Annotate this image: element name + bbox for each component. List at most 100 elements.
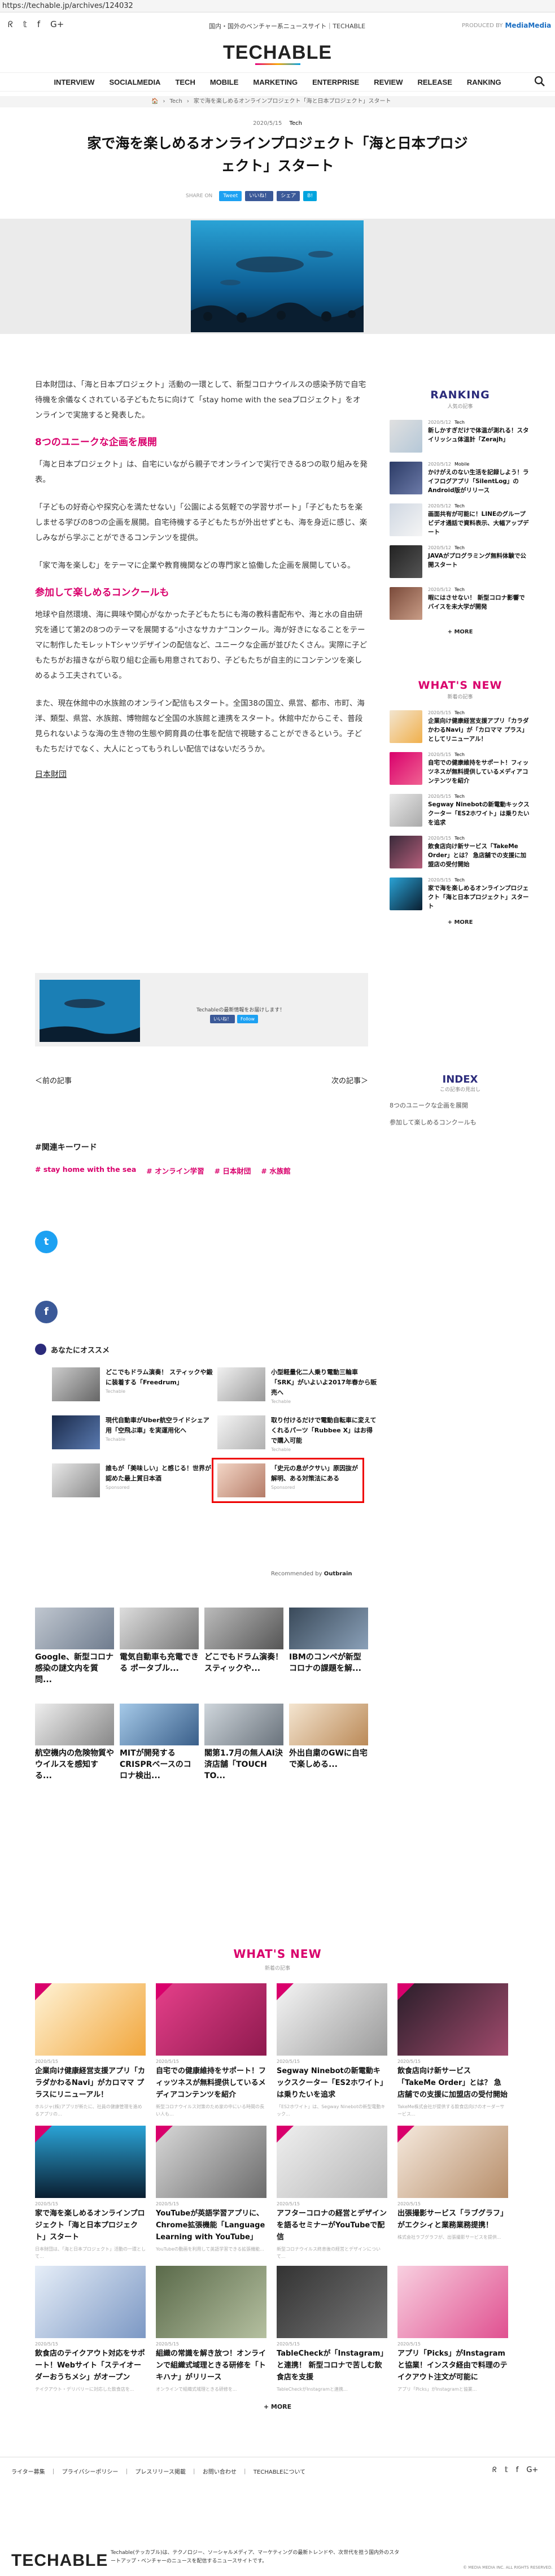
breadcrumb-category[interactable]: Tech (169, 96, 182, 107)
whatsnew-card[interactable]: 2020/5/15 アプリ「Picks」がInstagramと協業！インスタ経由で… (397, 2266, 508, 2393)
nav-socialmedia[interactable]: SOCIALMEDIA (102, 73, 168, 91)
new-badge (277, 2126, 294, 2143)
whatsnew-card[interactable]: 2020/5/15 出張撮影サービス「ラブグラフ」がエクシィと業務業務提携！ 株式会… (397, 2126, 508, 2241)
nav-tech[interactable]: TECH (168, 73, 202, 91)
whatsnew-card[interactable]: 2020/5/15 YouTubeが英語学習アプリに、Chrome拡張機能「Lan… (156, 2126, 266, 2253)
recommend-item-highlighted[interactable]: 「史元の息がクサい」原因抜が解明、ある対策法にある Sponsored (212, 1458, 364, 1503)
grid-card[interactable]: 閣第1.7月の無人AI決済店舗「TOUCH TO... (204, 1704, 283, 1782)
new-badge (35, 2126, 52, 2143)
grid-card[interactable]: MITが開発するCRISPRベースのコロナ検出... (120, 1704, 199, 1782)
like-button[interactable]: いいね！ (245, 191, 274, 201)
nav-ranking[interactable]: RANKING (460, 73, 509, 91)
whatsnew-side-item[interactable]: 2020/5/15 Tech 飲食店向け新サービス「TakeMe Order」とは？… (390, 836, 531, 868)
whatsnew-card[interactable]: 2020/5/15 アフターコロナの経営とデザインを語るセミナーがYouTubeで… (277, 2126, 387, 2260)
article-pager: ＜前の記事 次の記事＞ (35, 1075, 368, 1085)
produced-by-brand[interactable]: MediaMedia (505, 21, 551, 29)
hatena-button[interactable]: B! (303, 191, 317, 201)
grid-card[interactable]: 外出自粛のGWに自宅で楽しめる... (289, 1704, 368, 1770)
facebook-icon[interactable]: f (37, 19, 40, 29)
nav-mobile[interactable]: MOBILE (203, 73, 246, 91)
footer-link-writer[interactable]: ライター募集 (11, 2467, 45, 2475)
grid-card[interactable]: 航空機内の危険物質やウイルスを感知する... (35, 1704, 114, 1782)
grid-thumb (204, 1704, 283, 1745)
index-item[interactable]: 参加して楽しめるコンクールも (390, 1118, 531, 1127)
grid-card[interactable]: どこでもドラム演奏！ スティックや... (204, 1608, 283, 1674)
home-icon[interactable]: 🏠 (151, 96, 158, 107)
keyword-tag[interactable]: # 日本財団 (215, 1165, 251, 1176)
keyword-tag[interactable]: # 水族館 (261, 1165, 290, 1176)
search-icon[interactable] (534, 76, 545, 87)
rss-icon[interactable]: ᖇ (492, 2466, 497, 2474)
google-plus-icon[interactable]: G+ (50, 19, 64, 29)
keyword-tag[interactable]: # stay home with the sea (35, 1165, 136, 1176)
whatsnew-thumb (397, 2126, 508, 2198)
whatsnew-card[interactable]: 2020/5/15 組織の常識を解き放つ！オンラインで組織式域理ときる研修を「トキ… (156, 2266, 266, 2393)
grid-card[interactable]: Google、新型コロナ感染の謎文内を質問... (35, 1608, 114, 1686)
paragraph: また、現在休館中の水族館のオンライン配信もスタート。全国38の国立、県営、都市、… (35, 699, 365, 754)
twitter-follow-button[interactable]: Follow (237, 1015, 259, 1023)
main-nav: INTERVIEW SOCIALMEDIA TECH MOBILE MARKET… (0, 72, 555, 92)
nav-interview[interactable]: INTERVIEW (46, 73, 102, 91)
nav-review[interactable]: REVIEW (366, 73, 410, 91)
ranking-item[interactable]: 2020/5/12 Tech 画面共有が可能に！LINEのグループビデオ通話で資料表… (390, 503, 531, 536)
ranking-item[interactable]: 2020/5/12 Tech 暇にはさせない！ 新型コロナ影響でバイスを未大学が開発 (390, 587, 531, 620)
twitter-icon[interactable]: 𝕥 (23, 19, 27, 29)
rss-icon[interactable]: ᖇ (8, 19, 13, 29)
nav-enterprise[interactable]: ENTERPRISE (305, 73, 366, 91)
whatsnew-thumb (397, 2266, 508, 2338)
twitter-icon[interactable]: 𝕥 (505, 2466, 508, 2474)
footer-link-privacy[interactable]: プライバシーポリシー (62, 2467, 119, 2475)
outbrain-credit[interactable]: Recommended by Outbrain (271, 1571, 352, 1577)
whatsnew-card[interactable]: 2020/5/15 Segway Ninebotの新電動キックスクーター「ES2ホ… (277, 1983, 387, 2118)
twitter-share-circle[interactable]: t (35, 1231, 58, 1253)
recommend-item[interactable]: 小型軽量化二人乗り電動三輪車「SRK」がいよいよ2017年春から販売へ Techa… (217, 1367, 378, 1404)
footer-link-contact[interactable]: お問い合わせ (203, 2467, 237, 2475)
ranking-more-link[interactable]: + MORE (390, 629, 531, 635)
nav-marketing[interactable]: MARKETING (246, 73, 305, 91)
nav-release[interactable]: RELEASE (410, 73, 459, 91)
site-logo[interactable]: TECHABLE (0, 42, 555, 64)
recommend-item[interactable]: 誰もが「美味しい」と感じる！世界が認めた最上質日本酒 Sponsored (52, 1463, 213, 1497)
whatsnew-card[interactable]: 2020/5/15 自宅での健康維持をサポート！フィッツネスが無料提供しているメデ… (156, 1983, 266, 2118)
whatsnew-more-link[interactable]: + MORE (0, 2403, 555, 2410)
grid-card[interactable]: IBMのコンペが新型コロナの課題を解... (289, 1608, 368, 1674)
tweet-button[interactable]: Tweet (219, 191, 242, 201)
whatsnew-card[interactable]: 2020/5/15 企業向け健康経営支援アプリ「カラダかわるNavi」がカロママ … (35, 1983, 146, 2118)
recommend-item[interactable]: 現代自動車がUber航空ライドシェア用「空飛ぶ車」を実運用化へ Techable (52, 1415, 213, 1449)
source-link[interactable]: 日本財団 (35, 767, 368, 783)
keyword-tag[interactable]: # オンライン学習 (146, 1165, 204, 1176)
whatsnew-side-thumb (390, 878, 422, 910)
keywords-title: #関連キーワード (35, 1143, 97, 1152)
google-plus-icon[interactable]: G+ (526, 2466, 538, 2474)
facebook-like-button[interactable]: いいね！ (210, 1015, 235, 1023)
facebook-icon[interactable]: f (516, 2466, 519, 2474)
whatsnew-side-more-link[interactable]: + MORE (390, 919, 531, 926)
recommend-item[interactable]: 取り付けるだけで電動自転車に変えてくれるパーツ「Rubbee X」はお得で購入可… (217, 1415, 378, 1452)
facebook-share-button[interactable]: シェア (277, 191, 300, 201)
footer-link-about[interactable]: TECHABLEについて (254, 2467, 305, 2475)
address-bar[interactable]: https://techable.jp/archives/124032 (0, 0, 555, 12)
recommend-item[interactable]: どこでもドラム演奏！ スティックや鍛に装着する「Freedrum」 Techabl… (52, 1367, 213, 1401)
whatsnew-side-item[interactable]: 2020/5/15 Tech 自宅での健康維持をサポート！フィッツネスが無料提供して… (390, 752, 531, 785)
prev-article-link[interactable]: ＜前の記事 (35, 1075, 72, 1085)
whatsnew-card[interactable]: 2020/5/15 飲食店のテイクアウト対応をサポート！Webサイト「ステイオーダ… (35, 2266, 146, 2393)
article-category[interactable]: Tech (290, 120, 302, 127)
whatsnew-side-item[interactable]: 2020/5/15 Tech 企業向け健康経営支援アプリ「カラダかわるNavi」が「… (390, 710, 531, 743)
facebook-share-circle[interactable]: f (35, 1301, 58, 1323)
whatsnew-side-item[interactable]: 2020/5/15 Tech 家で海を楽しめるオンラインプロジェクト「海と日本プロジ… (390, 878, 531, 910)
footer-logo[interactable]: TECHABLE (11, 2551, 108, 2570)
header-social-links: ᖇ 𝕥 f G+ (8, 19, 64, 29)
whatsnew-side-item[interactable]: 2020/5/15 Tech Segway Ninebotの新電動キックスクーター「… (390, 794, 531, 827)
whatsnew-card[interactable]: 2020/5/15 家で海を楽しめるオンラインプロジェクト「海と日本プロジェクト」… (35, 2126, 146, 2260)
next-article-link[interactable]: 次の記事＞ (331, 1075, 368, 1085)
article-body: 日本財団は、「海と日本プロジェクト」活動の一環として、新型コロナウイルスの感染予… (35, 377, 368, 783)
ranking-item[interactable]: 2020/5/12 Tech JAVAがプログラミング無料体験で公開スタート (390, 545, 531, 578)
ranking-item[interactable]: 2020/5/12 Tech 新しかすぎだけで体温が測れる！スタイリッシュ体温計「Z… (390, 420, 531, 453)
whatsnew-card[interactable]: 2020/5/15 飲食店向け新サービス「TakeMe Order」とは？ 急店舗… (397, 1983, 508, 2118)
grid-card[interactable]: 電気自動車も充電できる ポータブル... (120, 1608, 199, 1674)
whatsnew-card[interactable]: 2020/5/15 TableCheckが「Instagram」と連携！ 新型コロ… (277, 2266, 387, 2393)
index-item[interactable]: 8つのユニークな企画を展開 (390, 1101, 531, 1110)
ranking-section: RANKING 人気の記事 2020/5/12 Tech 新しかすぎだけで体温が測れ… (390, 389, 531, 635)
footer-link-press[interactable]: プレスリリース掲載 (135, 2467, 186, 2475)
ranking-item[interactable]: 2020/5/12 Mobile かけがえのない生活を記録しよう！ライフログアプリ「… (390, 462, 531, 494)
